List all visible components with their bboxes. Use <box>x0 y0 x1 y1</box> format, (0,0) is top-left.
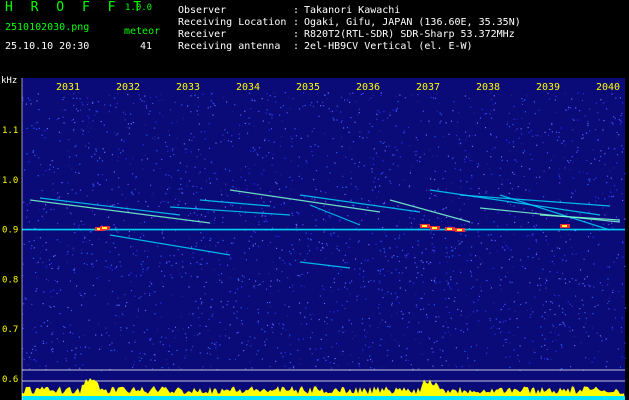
y-tick-label: 0.9 <box>2 226 18 236</box>
x-tick-label: 2037 <box>416 82 440 93</box>
plot-background <box>22 78 625 400</box>
meteor-echo-core <box>457 229 462 231</box>
meteor-echo-core <box>447 228 452 230</box>
y-tick-label: 1.1 <box>2 126 18 136</box>
y-tick-label: 0.7 <box>2 325 18 335</box>
y-tick-label: 1.0 <box>2 176 18 186</box>
meteor-echo-core <box>432 227 437 229</box>
x-tick-label: 2040 <box>596 82 620 93</box>
x-tick-label: 2033 <box>176 82 200 93</box>
x-tick-label: 2031 <box>56 82 80 93</box>
x-tick-label: 2039 <box>536 82 560 93</box>
y-tick-label: 0.6 <box>2 375 18 385</box>
x-tick-label: 2038 <box>476 82 500 93</box>
meteor-echo-core <box>422 225 427 227</box>
x-tick-label: 2032 <box>116 82 140 93</box>
y-tick-label: 0.8 <box>2 275 18 285</box>
y-axis-unit: kHz <box>1 76 18 86</box>
x-tick-label: 2036 <box>356 82 380 93</box>
x-tick-label: 2034 <box>236 82 260 93</box>
spectrogram-chart: 2031 2032 2033 2034 2035 2036 2037 2038 2039 2040… <box>2 78 627 400</box>
x-tick-label: 2035 <box>296 82 320 93</box>
signal-baseline <box>22 396 625 400</box>
meteor-echo-core <box>562 225 567 227</box>
meteor-echo-core <box>102 227 107 229</box>
